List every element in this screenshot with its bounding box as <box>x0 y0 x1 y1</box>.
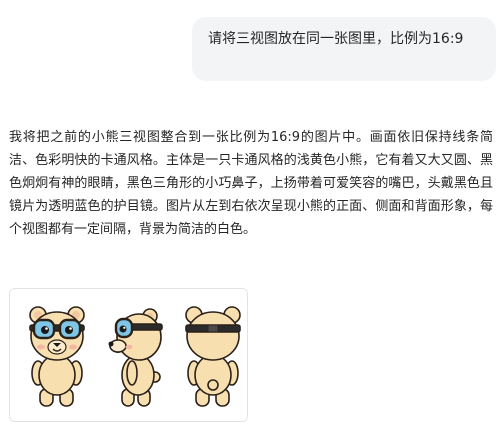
generated-image-card[interactable] <box>9 288 248 422</box>
bear-three-view-image <box>10 289 247 421</box>
user-message-bubble: 请将三视图放在同一张图里，比例为16:9 <box>192 17 496 81</box>
user-message-text: 请将三视图放在同一张图里，比例为16:9 <box>208 31 464 47</box>
chat-thread: 请将三视图放在同一张图里，比例为16:9 我将把之前的小熊三视图整合到一张比例为… <box>0 0 500 433</box>
assistant-message-text: 我将把之前的小熊三视图整合到一张比例为16:9的图片中。画面依旧保持线条简洁、色… <box>9 130 493 237</box>
